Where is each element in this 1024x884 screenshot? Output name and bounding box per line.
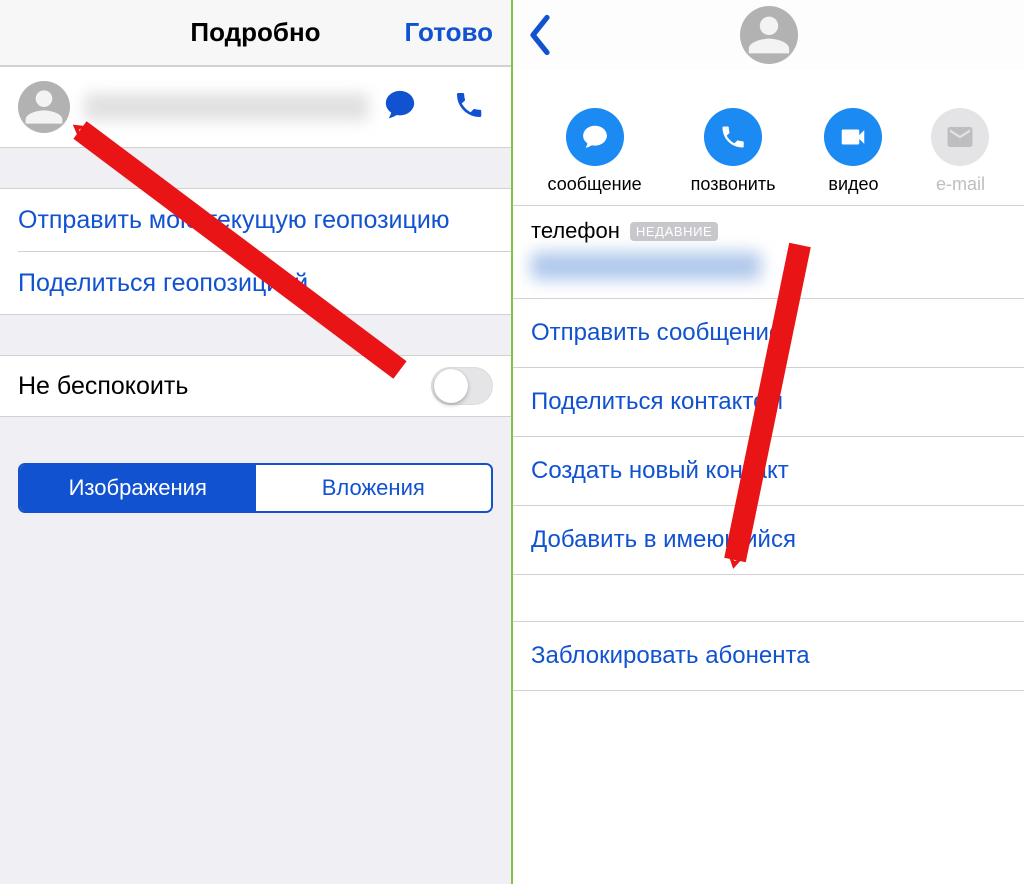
contact-pane: сообщение позвонить видео e-mail <box>512 0 1024 884</box>
phone-number-blurred <box>531 252 761 280</box>
call-label: позвонить <box>691 174 776 195</box>
back-chevron-icon[interactable] <box>527 14 553 61</box>
dnd-cell: Не беспокоить <box>0 355 511 417</box>
recent-badge: НЕДАВНИЕ <box>630 222 718 241</box>
detail-pane: Подробно Готово Отправить мою текущую ге… <box>0 0 512 884</box>
phone-icon[interactable] <box>453 89 485 126</box>
video-label: видео <box>828 174 878 195</box>
location-group: Отправить мою текущую геопозицию Поделит… <box>0 188 511 315</box>
contact-header[interactable] <box>0 66 511 148</box>
email-circle-icon <box>931 108 989 166</box>
block-contact-link[interactable]: Заблокировать абонента <box>513 621 1024 691</box>
add-existing-link[interactable]: Добавить в имеющийся <box>513 506 1024 575</box>
message-label: сообщение <box>548 174 642 195</box>
video-circle-icon <box>824 108 882 166</box>
avatar-icon <box>740 6 798 64</box>
avatar-icon <box>18 81 70 133</box>
email-label: e-mail <box>936 174 985 195</box>
share-contact-link[interactable]: Поделиться контактом <box>513 368 1024 437</box>
action-button-row: сообщение позвонить видео e-mail <box>513 70 1024 206</box>
phone-section[interactable]: телефон НЕДАВНИЕ <box>513 206 1024 299</box>
share-location-cell[interactable]: Поделиться геопозицией <box>0 252 511 314</box>
video-action[interactable]: видео <box>824 108 882 195</box>
message-action[interactable]: сообщение <box>548 108 642 195</box>
done-button[interactable]: Готово <box>405 17 493 48</box>
send-message-link[interactable]: Отправить сообщение <box>513 299 1024 368</box>
segment-attachments[interactable]: Вложения <box>256 465 492 511</box>
segment-images[interactable]: Изображения <box>20 465 256 511</box>
nav-bar: Подробно Готово <box>0 0 511 66</box>
nav-bar-right <box>513 0 1024 70</box>
message-circle-icon <box>566 108 624 166</box>
phone-circle-icon <box>704 108 762 166</box>
dnd-switch[interactable] <box>431 367 493 405</box>
new-contact-link[interactable]: Создать новый контакт <box>513 437 1024 506</box>
phone-label: телефон <box>531 218 620 244</box>
send-location-cell[interactable]: Отправить мою текущую геопозицию <box>0 189 511 251</box>
email-action: e-mail <box>931 108 989 195</box>
segmented-control[interactable]: Изображения Вложения <box>18 463 493 513</box>
nav-title: Подробно <box>190 17 320 48</box>
phone-number-blurred <box>84 93 369 121</box>
dnd-label: Не беспокоить <box>18 372 431 401</box>
call-action[interactable]: позвонить <box>691 108 776 195</box>
message-icon[interactable] <box>383 88 417 127</box>
